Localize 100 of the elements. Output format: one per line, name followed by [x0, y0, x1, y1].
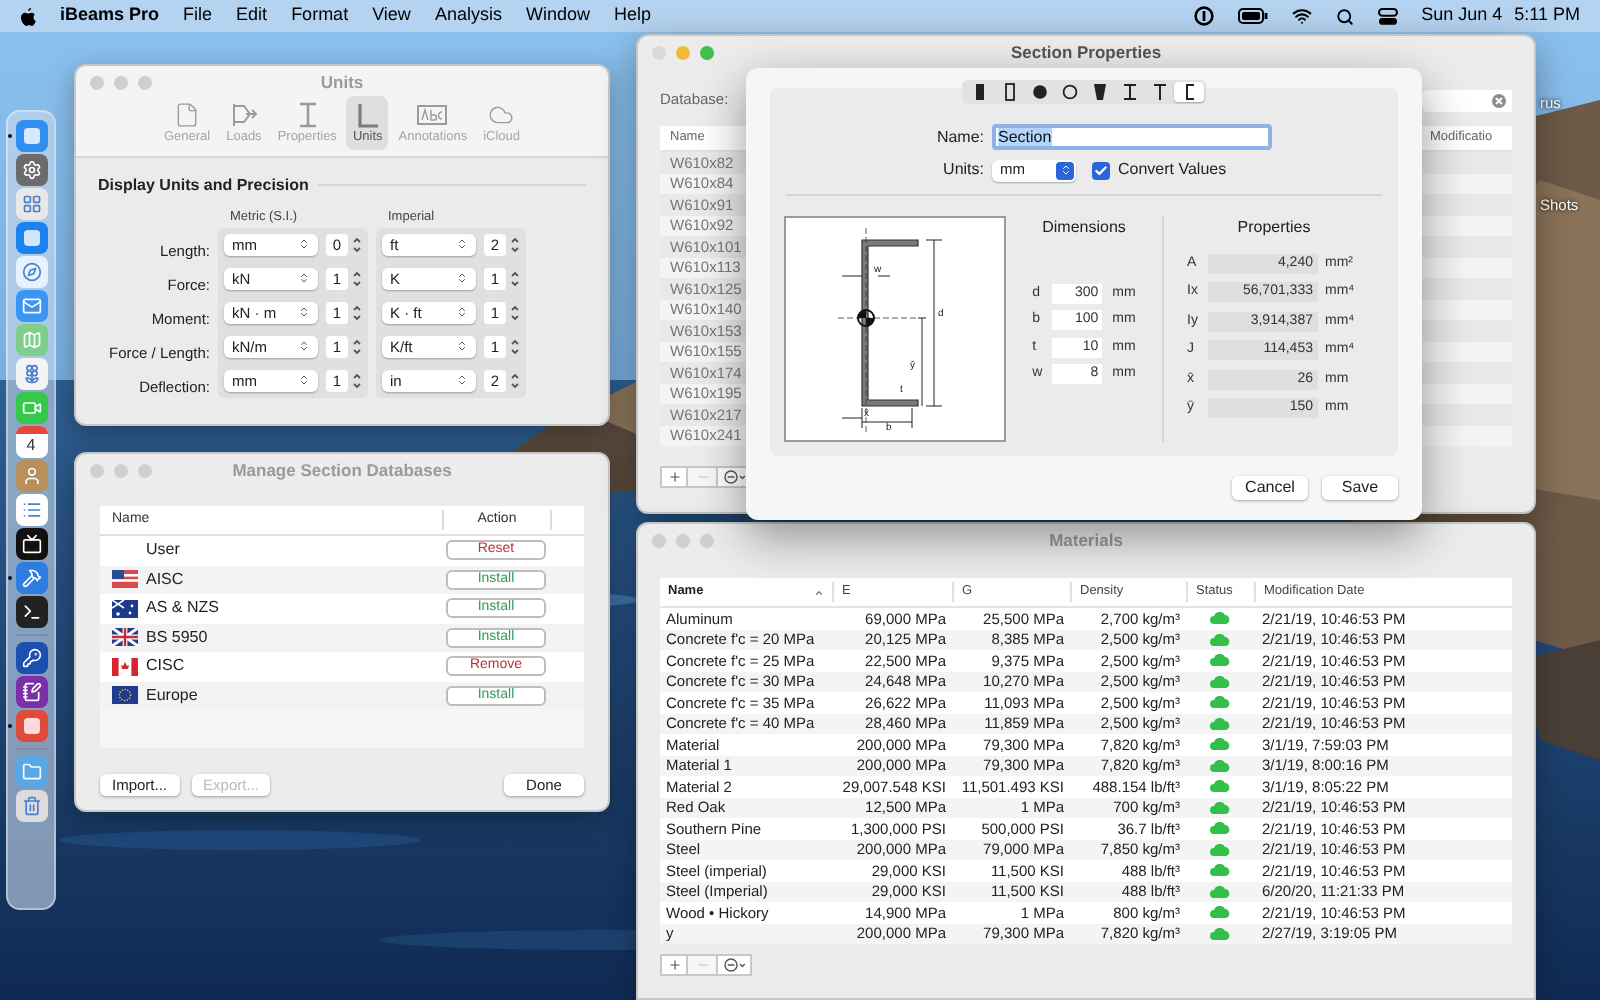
stepper[interactable]: [350, 267, 362, 290]
table-cell: User: [146, 538, 180, 563]
flag-icon: [112, 570, 138, 589]
minus-circle-caret-icon: [723, 470, 745, 484]
stepper-arrows-icon: [509, 303, 519, 322]
app-tile[interactable]: [15, 596, 47, 628]
tab-icon: [353, 100, 382, 128]
menu-item[interactable]: Format: [291, 2, 349, 30]
app-tile[interactable]: [15, 324, 47, 356]
stepper[interactable]: [350, 301, 362, 324]
panel-heading: Properties: [1237, 216, 1311, 240]
stepper-arrows-icon: [509, 269, 519, 288]
battery-icon[interactable]: [1237, 8, 1268, 24]
app-tile[interactable]: [15, 290, 47, 322]
compass-icon: [21, 262, 41, 282]
folder-icon: [21, 762, 41, 782]
stepper[interactable]: [508, 369, 520, 392]
rectangle-icon: [971, 82, 987, 102]
app-tile[interactable]: [15, 756, 47, 788]
person-icon: [21, 466, 41, 486]
menu-item[interactable]: Edit: [236, 2, 268, 30]
calendar-icon[interactable]: 4: [15, 426, 47, 458]
menu-item[interactable]: Window: [525, 2, 590, 30]
add-button[interactable]: [660, 466, 688, 488]
hollow-rectangle-icon: [1001, 82, 1017, 102]
ring-icon: [1061, 82, 1077, 102]
menu-item[interactable]: Analysis: [434, 2, 502, 30]
stepper[interactable]: [508, 267, 520, 290]
minus-icon: [695, 470, 709, 484]
checkbox[interactable]: [1092, 161, 1110, 179]
app-tile[interactable]: [15, 222, 47, 254]
wifi-icon[interactable]: [1291, 6, 1312, 26]
terminal-icon: [21, 602, 41, 622]
i-beam-icon: [1121, 82, 1137, 102]
search-icon[interactable]: [1335, 7, 1354, 25]
stepper[interactable]: [508, 301, 520, 324]
menu-bar-date[interactable]: Sun Jun 4: [1421, 2, 1503, 30]
clear-icon[interactable]: [1492, 93, 1506, 107]
plus-icon: [667, 470, 681, 484]
app-tile[interactable]: [15, 256, 47, 288]
menu-item[interactable]: Help: [613, 2, 651, 30]
app-tile[interactable]: [15, 358, 47, 390]
add-button[interactable]: [660, 954, 688, 976]
app-tile[interactable]: [15, 460, 47, 492]
map-icon: [21, 330, 41, 350]
app-tile[interactable]: [15, 790, 47, 822]
stepper-arrows-icon: [351, 235, 361, 254]
stepper[interactable]: [350, 233, 362, 256]
name-field[interactable]: Section: [992, 124, 1272, 150]
stepper-arrows-icon: [351, 337, 361, 356]
app-tile[interactable]: [15, 494, 47, 526]
app-menu[interactable]: iBeams Pro: [60, 2, 160, 30]
stepper-arrows-icon: [509, 337, 519, 356]
control-center-icon[interactable]: [1377, 7, 1398, 25]
app-tile[interactable]: [15, 188, 47, 220]
app-tile[interactable]: [15, 392, 47, 424]
flag-icon: [112, 686, 138, 705]
menu-item[interactable]: View: [372, 2, 411, 30]
stepper-arrows-icon: [509, 235, 519, 254]
checkbox-label: Convert Values: [1118, 158, 1227, 182]
trash-icon: [21, 796, 41, 816]
plus-icon: [667, 958, 681, 972]
flower-icon: [21, 364, 41, 384]
action-menu-button[interactable]: [716, 954, 752, 976]
app-tile[interactable]: [15, 710, 47, 742]
app-tile[interactable]: [15, 120, 47, 152]
t-beam-icon: [1151, 82, 1167, 102]
apple-logo-icon[interactable]: [20, 7, 36, 25]
flag-icon: [112, 628, 138, 647]
app-tile[interactable]: [15, 528, 47, 560]
stepper-arrows-icon: [351, 371, 361, 390]
shape-tab[interactable]: [1174, 82, 1204, 102]
window-title: Materials: [1049, 527, 1123, 553]
stepper-arrows-icon: [351, 269, 361, 288]
menu-bar-clock[interactable]: 5:11 PM: [1514, 2, 1580, 30]
app-tile[interactable]: [15, 676, 47, 708]
checkmark-icon: [1094, 163, 1108, 177]
envelope-icon: [21, 296, 41, 316]
flag-icon: [112, 599, 138, 618]
minus-circle-caret-icon: [723, 958, 745, 972]
app-tile[interactable]: [15, 642, 47, 674]
app-tile[interactable]: [15, 154, 47, 186]
stepper[interactable]: [350, 335, 362, 358]
sort-icon: [814, 587, 824, 597]
grid-icon: [21, 194, 41, 214]
push-button[interactable]: Save: [1322, 476, 1398, 500]
stepper[interactable]: [508, 233, 520, 256]
search-field[interactable]: [1422, 89, 1512, 111]
push-button[interactable]: Cancel: [1232, 476, 1308, 500]
table-cell: Europe: [146, 683, 198, 708]
stepper[interactable]: [508, 335, 520, 358]
flag-icon: [112, 657, 138, 676]
app-tile[interactable]: [15, 562, 47, 594]
camera-icon: [21, 398, 41, 418]
menu-item[interactable]: File: [183, 2, 213, 30]
stepper[interactable]: [350, 369, 362, 392]
minus-icon: [695, 958, 709, 972]
notebook-icon: [21, 682, 41, 702]
channel-icon: [1181, 82, 1197, 102]
table-cell: AISC: [146, 567, 184, 592]
